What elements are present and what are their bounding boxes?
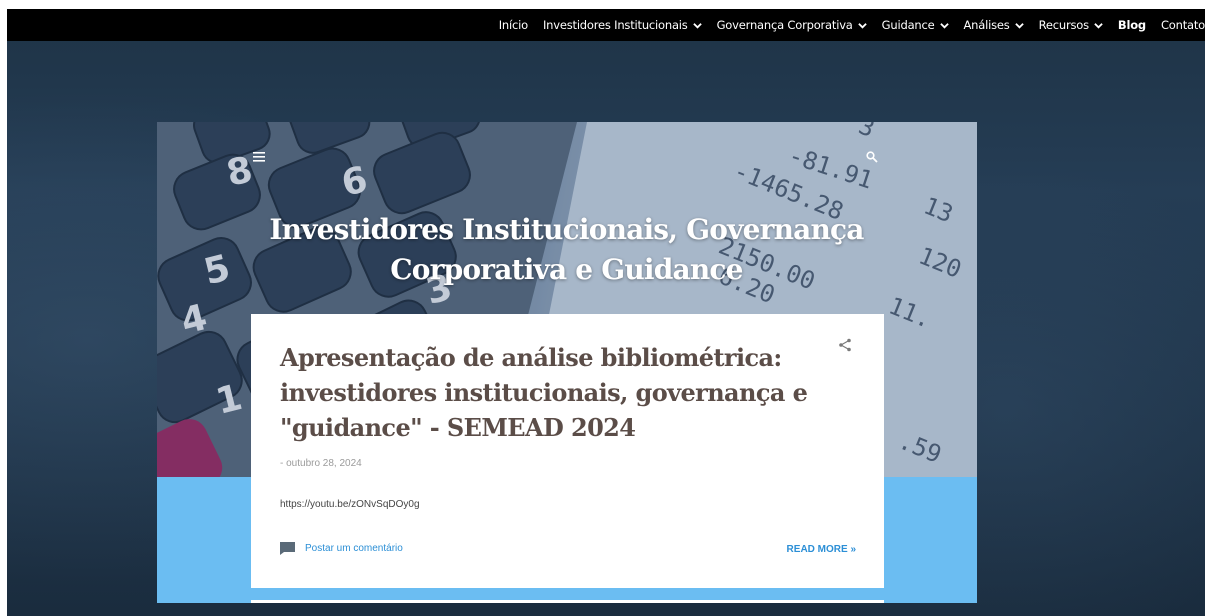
comment-label: Postar um comentário [305, 543, 403, 554]
nav-item-governanca[interactable]: Governança Corporativa [717, 18, 867, 32]
nav-item-inicio[interactable]: Início [499, 18, 528, 32]
nav-label: Recursos [1038, 18, 1090, 32]
top-navigation: Início Investidores Institucionais Gover… [7, 9, 1205, 41]
nav-label: Blog [1117, 18, 1146, 32]
chevron-down-icon [1094, 22, 1103, 29]
nav-label: Governança Corporativa [716, 18, 853, 32]
nav-item-guidance[interactable]: Guidance [882, 18, 949, 32]
post-title[interactable]: Apresentação de análise bibliométrica: i… [280, 340, 820, 445]
nav-item-blog[interactable]: Blog [1118, 18, 1146, 32]
nav-label: Guidance [881, 18, 935, 32]
nav-item-contato[interactable]: Contato [1161, 18, 1205, 32]
chevron-down-icon [939, 22, 949, 29]
nav-item-analises[interactable]: Análises [964, 18, 1024, 32]
share-icon[interactable] [838, 338, 852, 357]
post-comment-link[interactable]: Postar um comentário [280, 542, 403, 555]
read-more-link[interactable]: READ MORE » [787, 544, 856, 555]
chevron-down-icon [1014, 22, 1024, 29]
chevron-down-icon [692, 22, 702, 29]
post-body-link[interactable]: https://youtu.be/zONvSqDOy0g [280, 499, 420, 510]
nav-label: Investidores Institucionais [542, 18, 688, 32]
blog-title[interactable]: Investidores Institucionais, Governança … [250, 210, 883, 290]
next-card-edge [251, 600, 884, 603]
comment-icon [280, 542, 295, 555]
nav-label: Início [498, 18, 528, 32]
nav-label: Contato [1160, 18, 1205, 32]
nav-item-recursos[interactable]: Recursos [1039, 18, 1103, 32]
nav-item-investidores[interactable]: Investidores Institucionais [543, 18, 702, 32]
post-card: Apresentação de análise bibliométrica: i… [251, 314, 884, 588]
search-icon[interactable] [866, 150, 878, 168]
hamburger-menu-icon[interactable] [253, 150, 265, 165]
nav-label: Análises [963, 18, 1010, 32]
post-date: - outubro 28, 2024 [280, 458, 362, 469]
chevron-down-icon [857, 22, 867, 29]
